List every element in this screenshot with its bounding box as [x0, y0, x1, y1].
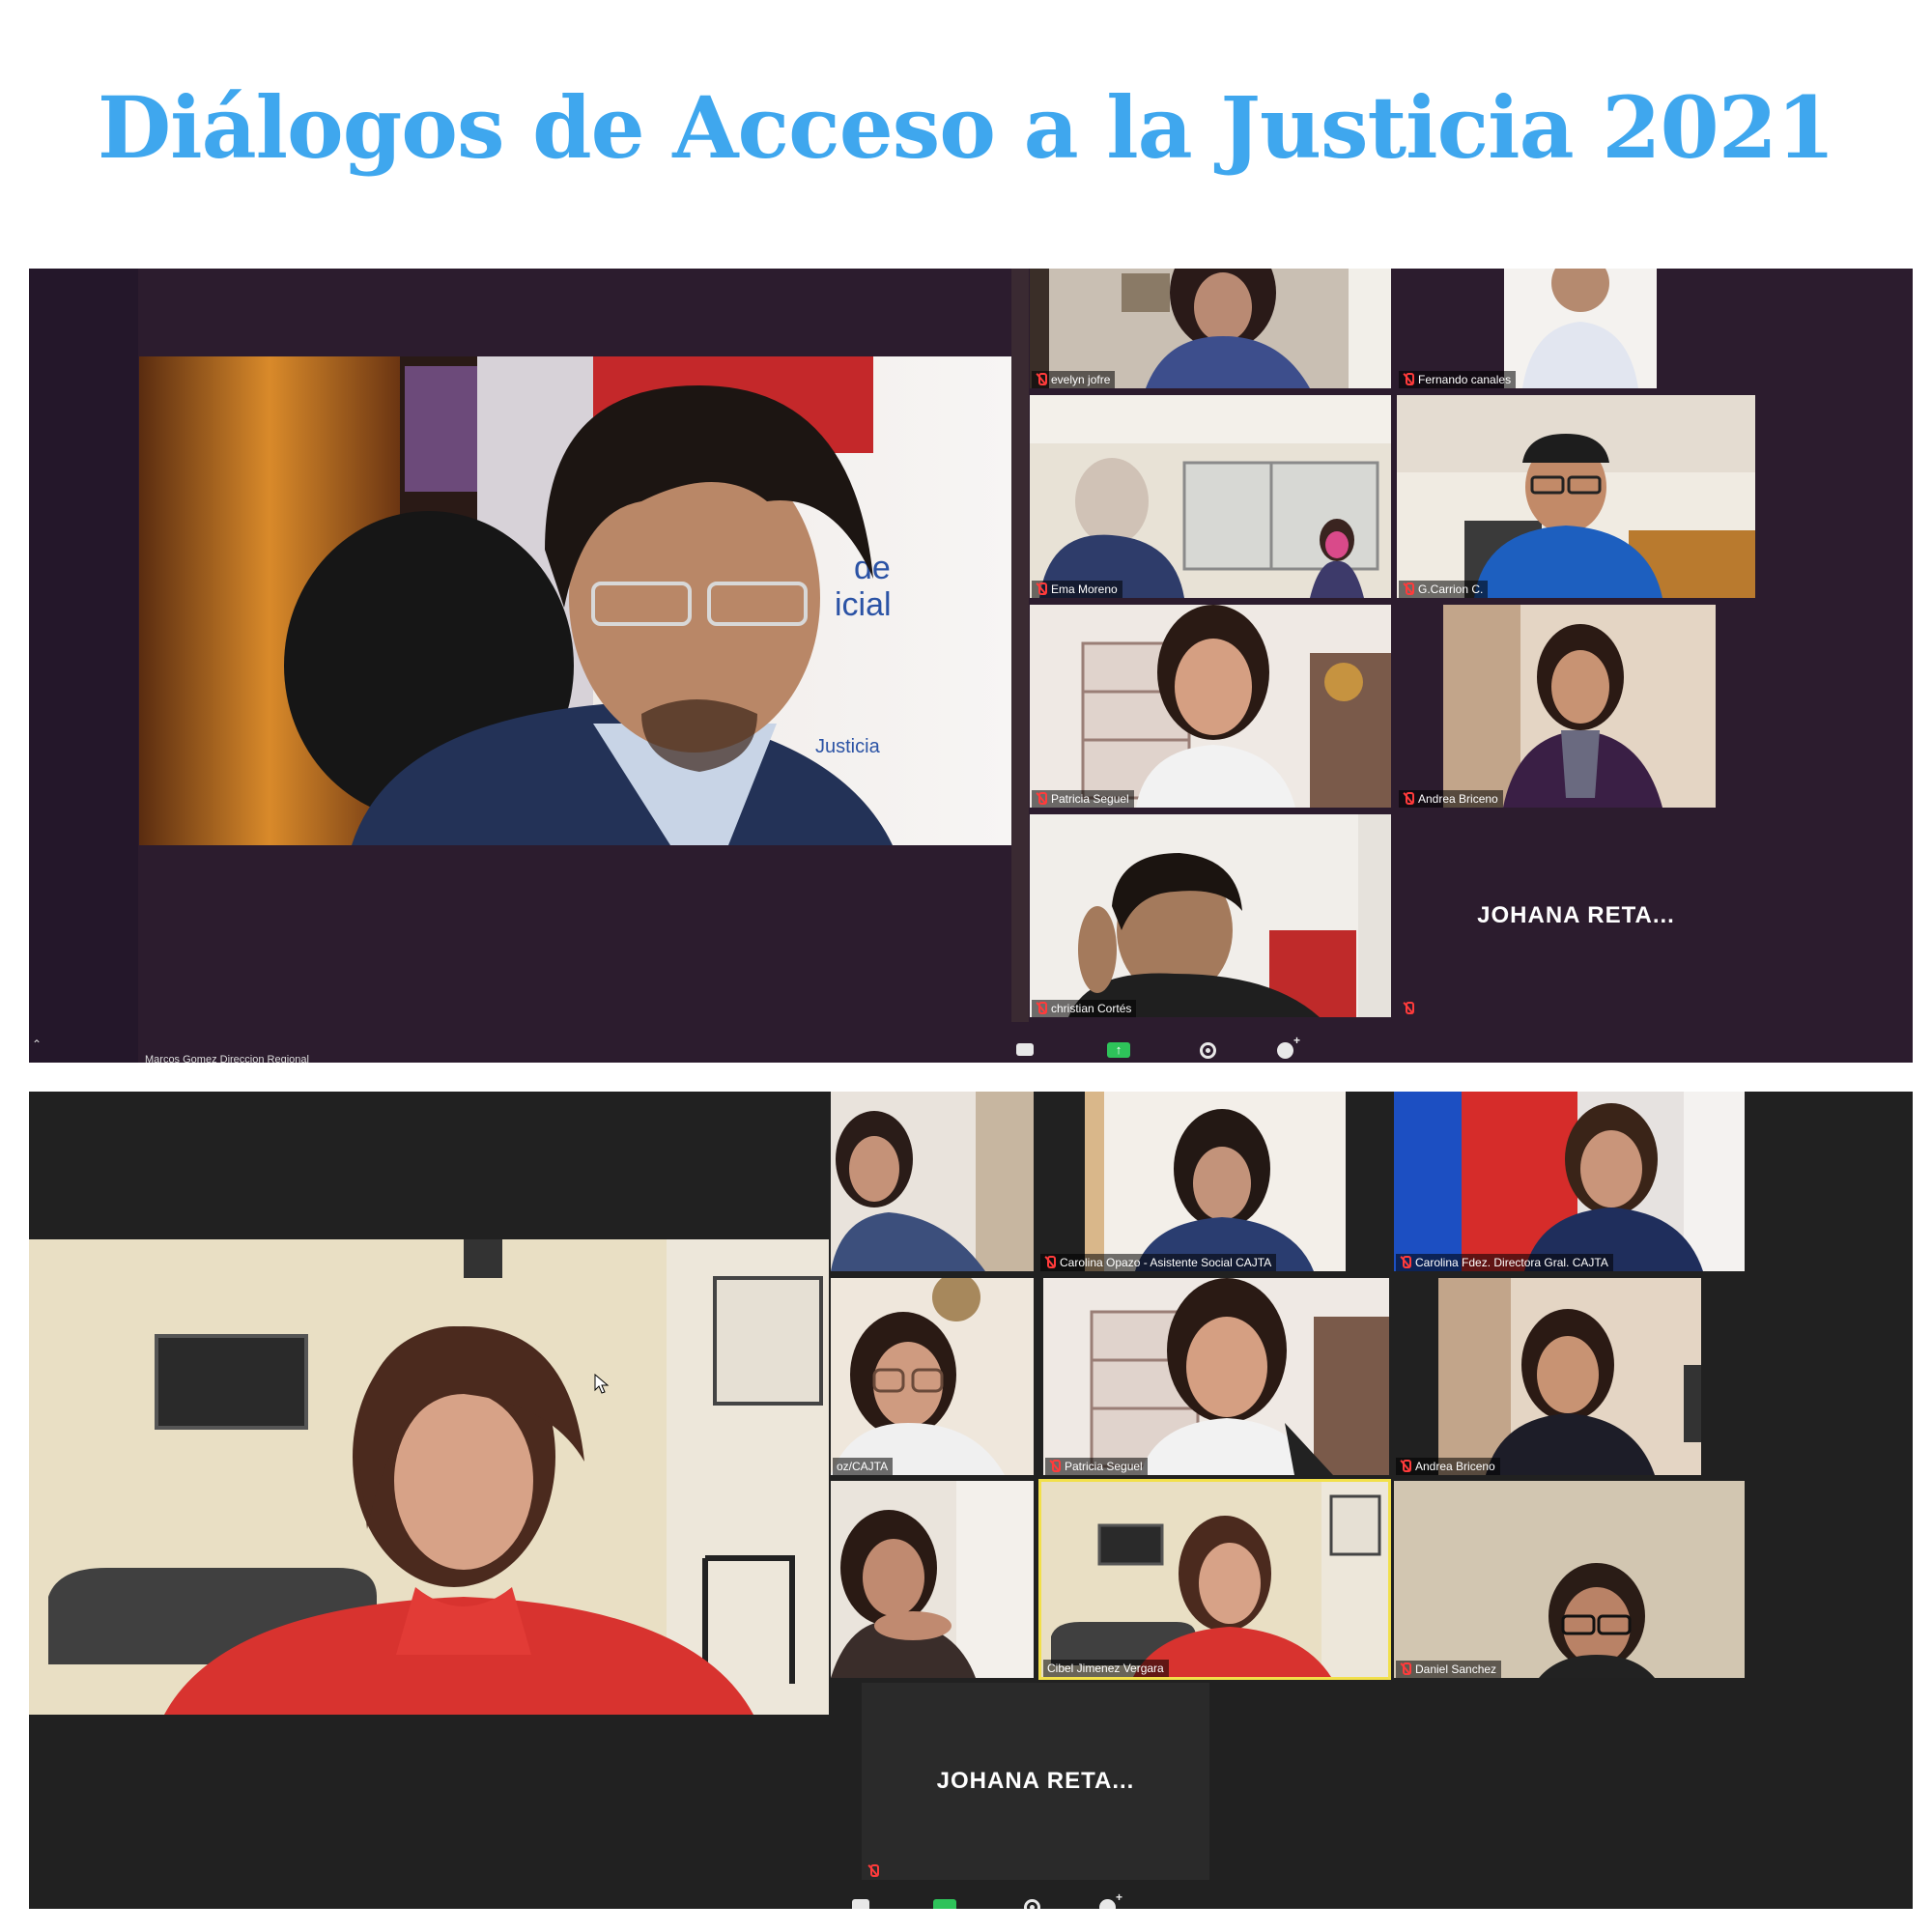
- participant-video: [1394, 1481, 1745, 1678]
- mic-muted-icon: [1403, 1002, 1414, 1015]
- page-title: Diálogos de Acceso a la Justicia 2021: [97, 77, 1835, 178]
- speaker-video-frame: [29, 1239, 829, 1715]
- participant-name-tag: Fernando canales: [1399, 371, 1517, 388]
- participant-name-tag: Andrea Briceno: [1399, 790, 1503, 808]
- mic-muted-icon: [867, 1864, 879, 1878]
- participant-tile[interactable]: Patricia Seguel: [1030, 605, 1391, 808]
- participant-tile[interactable]: Fernando canales: [1397, 269, 1755, 388]
- reactions-icon[interactable]: [1099, 1890, 1122, 1909]
- svg-text:icial: icial: [835, 586, 892, 623]
- participant-video: [1394, 1278, 1745, 1475]
- left-gutter: [29, 269, 138, 1063]
- participant-tile[interactable]: Carolina Fdez. Directora Gral. CAJTA: [1394, 1092, 1745, 1271]
- chat-icon[interactable]: [852, 1899, 869, 1909]
- participant-tile[interactable]: Daniel Sanchez: [1394, 1481, 1745, 1678]
- svg-text:Justicia: Justicia: [815, 736, 881, 757]
- participant-tile-no-video[interactable]: JOHANA RETA...: [1397, 814, 1755, 1017]
- participant-video: [831, 1092, 1034, 1271]
- participant-name-tag: Cibel Jimenez Vergara: [1043, 1660, 1169, 1677]
- participant-name-tag: Patricia Seguel: [1032, 790, 1134, 808]
- main-speaker-video: de icial Justicia: [139, 356, 1011, 845]
- collapse-chevron-icon[interactable]: ⌃: [32, 1037, 42, 1051]
- mic-muted-icon: [1036, 582, 1047, 596]
- mic-muted-icon: [1400, 1460, 1411, 1473]
- mic-muted-icon: [1049, 1460, 1061, 1473]
- participant-video: [1397, 395, 1755, 598]
- participant-tile[interactable]: Ema Moreno: [1030, 395, 1391, 598]
- participant-name-tag: Ema Moreno: [1032, 581, 1122, 598]
- participant-name-tag: Daniel Sanchez: [1396, 1661, 1502, 1678]
- mic-muted-icon: [1036, 373, 1047, 386]
- participant-tile[interactable]: Andrea Briceno: [1394, 1278, 1745, 1475]
- participant-video: [831, 1481, 1034, 1678]
- participant-tile[interactable]: Patricia Seguel: [1043, 1278, 1389, 1475]
- top-meeting-screenshot: ⌃ de icial Justicia evelyn jofre Fernand…: [29, 269, 1913, 1063]
- share-screen-icon[interactable]: [933, 1899, 956, 1909]
- mic-muted-icon: [1044, 1256, 1056, 1269]
- main-speaker-video: [29, 1239, 829, 1715]
- participant-tile[interactable]: [831, 1481, 1034, 1678]
- mic-muted-icon: [1403, 792, 1414, 806]
- participant-tile[interactable]: Andrea Briceno: [1397, 605, 1755, 808]
- participant-tile-active-speaker[interactable]: Cibel Jimenez Vergara: [1038, 1479, 1391, 1680]
- participant-name-tag: oz/CAJTA: [833, 1458, 894, 1475]
- participant-name-tag: [864, 1862, 884, 1880]
- chat-icon[interactable]: [1016, 1043, 1034, 1056]
- reactions-icon[interactable]: [1277, 1034, 1300, 1059]
- participant-name-tag: evelyn jofre: [1032, 371, 1116, 388]
- participant-video: [1394, 1092, 1745, 1271]
- participant-video: [1038, 1092, 1389, 1271]
- participant-placeholder-name: JOHANA RETA...: [1477, 902, 1675, 928]
- participant-name-tag: [1399, 1000, 1419, 1017]
- mic-muted-icon: [1036, 792, 1047, 806]
- participant-placeholder-name: JOHANA RETA...: [936, 1768, 1135, 1794]
- record-icon[interactable]: [1024, 1899, 1040, 1909]
- participant-tile[interactable]: G.Carrion C.: [1397, 395, 1755, 598]
- participant-video: [1030, 605, 1391, 808]
- speaker-label: Marcos Gomez Direccion Regional: [145, 1054, 309, 1063]
- participant-video: [1397, 605, 1755, 808]
- participant-tile[interactable]: evelyn jofre: [1030, 269, 1391, 388]
- participant-tile[interactable]: christian Cortés: [1030, 814, 1391, 1017]
- speaker-video-frame: de icial Justicia: [139, 356, 1011, 845]
- record-icon[interactable]: [1200, 1042, 1216, 1059]
- mic-muted-icon: [1400, 1256, 1411, 1269]
- mic-muted-icon: [1403, 582, 1414, 596]
- mic-muted-icon: [1036, 1002, 1047, 1015]
- participant-tile[interactable]: oz/CAJTA: [831, 1278, 1034, 1475]
- share-screen-icon[interactable]: ↑: [1107, 1042, 1130, 1058]
- participant-tile-no-video[interactable]: JOHANA RETA...: [862, 1683, 1209, 1880]
- mic-muted-icon: [1403, 373, 1414, 386]
- participant-tile[interactable]: [831, 1092, 1034, 1271]
- participant-name-tag: Andrea Briceno: [1396, 1458, 1500, 1475]
- gallery-gutter: [1011, 269, 1029, 1022]
- svg-text:de: de: [854, 550, 891, 586]
- participant-video: [1030, 814, 1391, 1017]
- participant-name-tag: Carolina Fdez. Directora Gral. CAJTA: [1396, 1254, 1613, 1271]
- mic-muted-icon: [1400, 1662, 1411, 1676]
- participant-video: [831, 1278, 1034, 1475]
- participant-name-tag: christian Cortés: [1032, 1000, 1137, 1017]
- participant-name-tag: G.Carrion C.: [1399, 581, 1489, 598]
- bottom-meeting-screenshot: Carolina Opazo - Asistente Social CAJTA …: [29, 1092, 1913, 1909]
- participant-video: [1043, 1278, 1389, 1475]
- participant-video: [1030, 395, 1391, 598]
- participant-video: [1041, 1482, 1388, 1677]
- participant-tile[interactable]: Carolina Opazo - Asistente Social CAJTA: [1038, 1092, 1389, 1271]
- participant-name-tag: Carolina Opazo - Asistente Social CAJTA: [1040, 1254, 1277, 1271]
- participant-name-tag: Patricia Seguel: [1045, 1458, 1148, 1475]
- mouse-cursor-icon: [594, 1374, 610, 1394]
